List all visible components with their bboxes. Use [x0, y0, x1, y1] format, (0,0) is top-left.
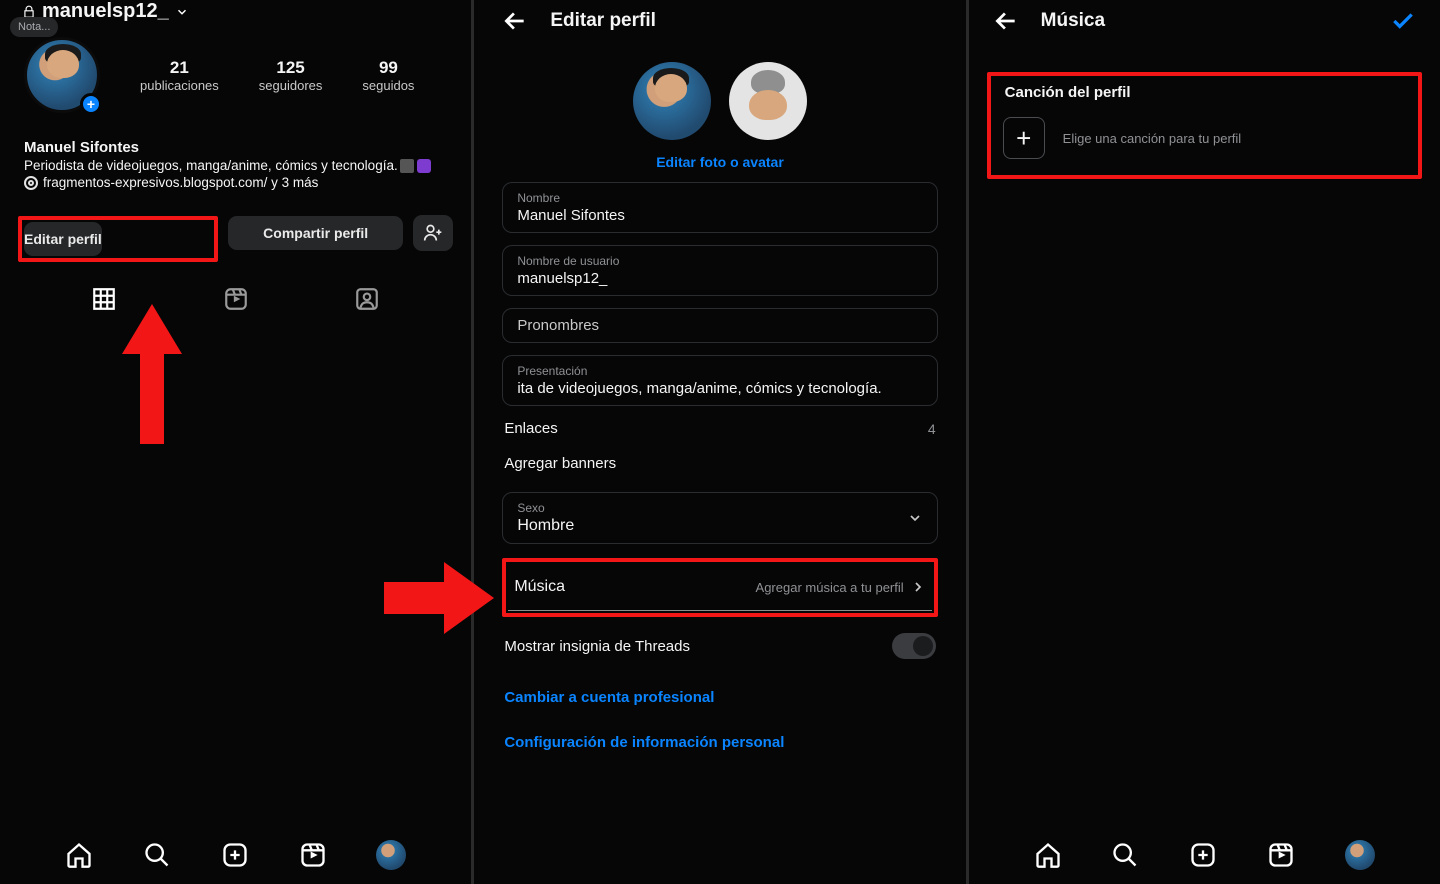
gamepad-icon — [400, 159, 414, 173]
discover-people-button[interactable] — [413, 215, 453, 251]
nav-profile-avatar[interactable] — [376, 840, 406, 870]
highlight-edit-profile: Editar perfil — [18, 216, 218, 262]
nav-search-icon[interactable] — [143, 841, 171, 869]
bio-field[interactable]: Presentación ita de videojuegos, manga/a… — [502, 355, 937, 406]
section-title: Canción del perfil — [997, 82, 1412, 113]
plus-icon: + — [1003, 117, 1045, 159]
share-profile-button[interactable]: Compartir perfil — [228, 216, 403, 250]
username-text: manuelsp12_ — [42, 0, 169, 23]
sparkle-icon — [417, 159, 431, 173]
chevron-down-icon — [175, 5, 189, 19]
link-icon — [24, 176, 38, 190]
reels-tab-icon[interactable] — [223, 286, 249, 312]
profile-photo[interactable] — [633, 62, 711, 140]
threads-badge-row[interactable]: Mostrar insignia de Threads — [502, 617, 937, 675]
add-story-icon[interactable]: + — [80, 93, 102, 115]
chevron-right-icon — [910, 579, 926, 595]
back-icon[interactable] — [502, 8, 528, 34]
bio-link[interactable]: fragmentos-expresivos.blogspot.com/ y 3 … — [18, 175, 453, 190]
name-field[interactable]: Nombre Manuel Sifontes — [502, 182, 937, 233]
choose-song-row[interactable]: + Elige una canción para tu perfil — [997, 113, 1412, 169]
nav-search-icon[interactable] — [1111, 841, 1139, 869]
stat-followers[interactable]: 125 seguidores — [259, 58, 323, 93]
page-title: Música — [1041, 10, 1105, 32]
nav-profile-avatar[interactable] — [1345, 840, 1375, 870]
edit-profile-button[interactable]: Editar perfil — [24, 222, 102, 256]
display-name: Manuel Sifontes — [18, 139, 453, 156]
stat-following[interactable]: 99 seguidos — [362, 58, 414, 93]
annotation-arrow-up — [122, 304, 182, 444]
music-row[interactable]: Música Agregar música a tu perfil — [508, 564, 931, 611]
nav-reels-icon[interactable] — [1267, 841, 1295, 869]
pronouns-field[interactable]: Pronombres — [502, 308, 937, 343]
annotation-arrow-right — [384, 558, 494, 638]
personal-info-link[interactable]: Configuración de información personal — [502, 720, 937, 765]
nav-home-icon[interactable] — [65, 841, 93, 869]
check-icon[interactable] — [1390, 8, 1416, 34]
switch-professional-link[interactable]: Cambiar a cuenta profesional — [502, 675, 937, 720]
links-row[interactable]: Enlaces 4 — [502, 406, 937, 451]
note-bubble[interactable]: Nota... — [10, 17, 58, 37]
username-field[interactable]: Nombre de usuario manuelsp12_ — [502, 245, 937, 296]
page-title: Editar perfil — [550, 10, 656, 32]
highlight-profile-song: Canción del perfil + Elige una canción p… — [987, 72, 1422, 179]
stat-posts[interactable]: 21 publicaciones — [140, 58, 219, 93]
highlight-music-row: Música Agregar música a tu perfil — [502, 558, 937, 617]
bio-text: Periodista de videojuegos, manga/anime, … — [18, 158, 453, 173]
edit-photo-link[interactable]: Editar foto o avatar — [502, 154, 937, 170]
profile-avatar[interactable]: Nota... + — [24, 37, 100, 113]
toggle-switch[interactable] — [892, 633, 936, 659]
grid-tab-icon[interactable] — [91, 286, 117, 312]
add-person-icon — [423, 223, 443, 243]
username-selector[interactable]: manuelsp12_ — [18, 0, 453, 37]
nav-home-icon[interactable] — [1034, 841, 1062, 869]
tagged-tab-icon[interactable] — [354, 286, 380, 312]
back-icon[interactable] — [993, 8, 1019, 34]
chevron-down-icon — [907, 510, 923, 526]
gender-field[interactable]: Sexo Hombre — [502, 492, 937, 544]
banners-row[interactable]: Agregar banners — [502, 451, 937, 486]
nav-create-icon[interactable] — [221, 841, 249, 869]
nav-create-icon[interactable] — [1189, 841, 1217, 869]
nav-reels-icon[interactable] — [299, 841, 327, 869]
profile-avatar-option[interactable] — [729, 62, 807, 140]
